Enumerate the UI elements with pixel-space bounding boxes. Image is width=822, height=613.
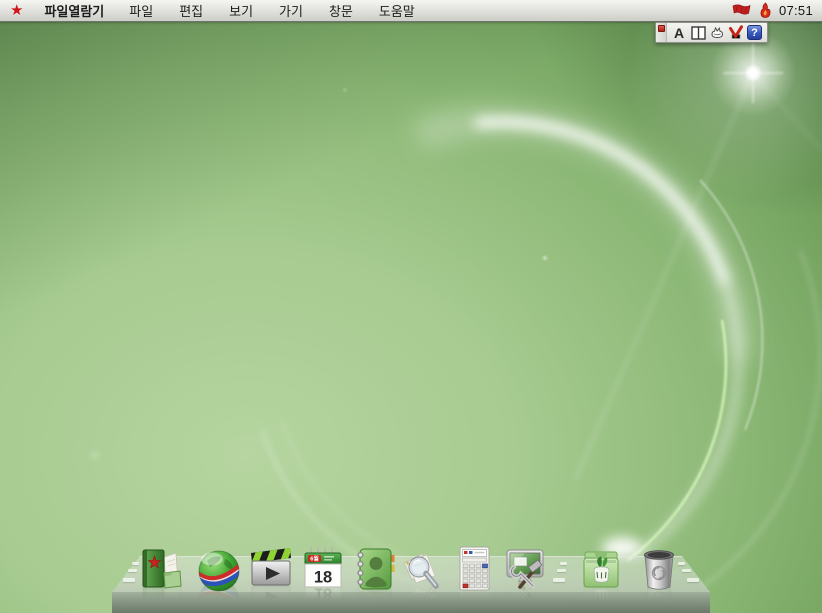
- menu-app-name[interactable]: 파일열람기: [32, 1, 116, 20]
- toolbar-handle[interactable]: [656, 23, 667, 42]
- dock-item-trash[interactable]: [636, 545, 682, 593]
- dock-item-web-browser[interactable]: [196, 545, 242, 593]
- help-button[interactable]: ?: [747, 25, 762, 40]
- documents-folder-icon: [578, 545, 624, 593]
- hand-input-icon[interactable]: [709, 24, 725, 41]
- dock-item-calculator[interactable]: [452, 545, 498, 593]
- svg-text:6월: 6월: [310, 555, 319, 563]
- red-star-icon[interactable]: ★: [0, 0, 32, 22]
- menu-file[interactable]: 파일: [116, 1, 166, 20]
- address-book-icon: [352, 545, 398, 593]
- desktop-screen: ★ 파일열람기 파일 편집 보기 가기 창문 도움말 07:51 A: [0, 0, 822, 613]
- two-column-layout-icon[interactable]: [690, 24, 706, 41]
- red-check-icon[interactable]: [728, 24, 744, 41]
- calendar-icon: 6월 18: [300, 545, 346, 593]
- desktop-wallpaper: [0, 0, 822, 613]
- svg-text:18: 18: [314, 569, 332, 587]
- dock: 6월 18: [112, 556, 710, 613]
- menu-bar: ★ 파일열람기 파일 편집 보기 가기 창문 도움말 07:51: [0, 0, 822, 22]
- web-browser-icon: [196, 545, 242, 593]
- menu-help[interactable]: 도움말: [366, 1, 428, 20]
- dock-item-file-search[interactable]: [398, 545, 444, 593]
- dock-item-documents-folder[interactable]: [578, 545, 624, 593]
- menu-view[interactable]: 보기: [216, 1, 266, 20]
- calculator-icon: [452, 545, 498, 593]
- dock-item-address-book[interactable]: [352, 545, 398, 593]
- input-method-toolbar: A ?: [655, 22, 768, 43]
- file-search-icon: [398, 545, 444, 593]
- menu-clock: 07:51: [779, 3, 813, 18]
- menu-window[interactable]: 창문: [316, 1, 366, 20]
- dock-item-calendar[interactable]: 6월 18: [300, 545, 346, 593]
- dock-icon-row: 6월 18: [112, 545, 710, 593]
- character-palette-button[interactable]: A: [671, 24, 687, 41]
- menu-status-area: 07:51: [731, 2, 822, 19]
- media-player-icon: [248, 545, 294, 593]
- menu-go[interactable]: 가기: [266, 1, 316, 20]
- dock-item-file-manager[interactable]: [138, 545, 184, 593]
- dock-item-system-settings[interactable]: [502, 545, 548, 593]
- close-icon[interactable]: [658, 25, 665, 32]
- dock-item-media-player[interactable]: [248, 545, 294, 593]
- trash-icon: [636, 545, 682, 593]
- red-flag-icon[interactable]: [731, 3, 752, 18]
- system-settings-icon: [502, 545, 548, 593]
- dock-shelf-reflection: [112, 592, 710, 613]
- red-torch-icon[interactable]: [759, 2, 772, 19]
- menu-edit[interactable]: 편집: [166, 1, 216, 20]
- file-manager-icon: [138, 545, 184, 593]
